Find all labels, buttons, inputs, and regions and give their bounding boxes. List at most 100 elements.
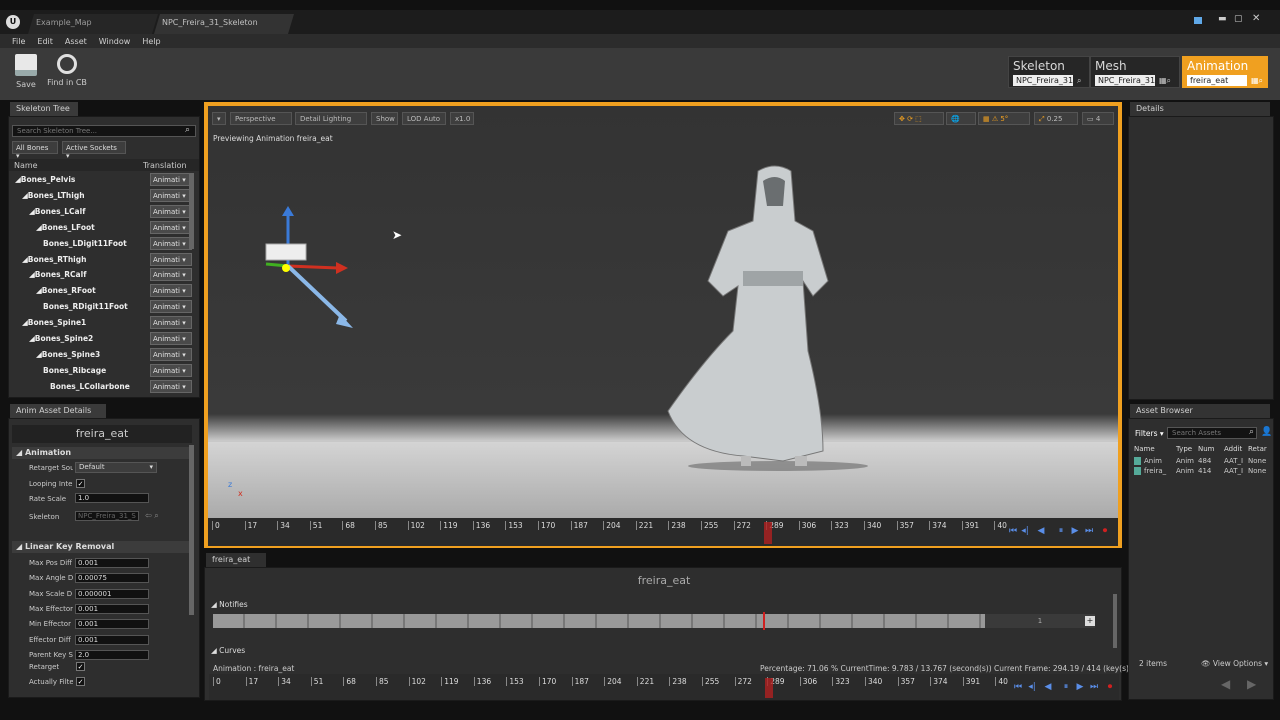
- skip-end-icon[interactable]: ⏭: [1084, 526, 1094, 536]
- step-back-icon[interactable]: ◂|: [1020, 526, 1030, 536]
- character-mesh[interactable]: [663, 161, 893, 481]
- bone-item[interactable]: ◢Bones_RCalf: [29, 270, 86, 279]
- menu-file[interactable]: File: [12, 37, 25, 46]
- bone-item[interactable]: ◢Bones_LThigh: [22, 191, 85, 200]
- all-bones-dropdown[interactable]: All Bones ▾: [12, 141, 58, 160]
- chat-icon[interactable]: [1194, 17, 1202, 24]
- translation-mode-dropdown[interactable]: Animati ▾: [150, 284, 192, 298]
- translation-mode-dropdown[interactable]: Animati ▾: [150, 300, 192, 314]
- col-translation[interactable]: Translation: [143, 161, 187, 170]
- scrollbar[interactable]: [189, 445, 194, 615]
- pause-icon[interactable]: ⏸: [1061, 682, 1071, 692]
- translation-mode-dropdown[interactable]: Animati ▾: [150, 220, 192, 234]
- transform-mode-buttons[interactable]: ✥ ⟳ ⬚: [894, 112, 944, 125]
- bone-item[interactable]: Bones_Ribcage: [43, 366, 106, 375]
- translation-mode-dropdown[interactable]: Animati ▾: [150, 347, 192, 361]
- curves-header[interactable]: ◢ Curves: [211, 646, 245, 655]
- sequence-tab[interactable]: freira_eat: [206, 553, 266, 567]
- skip-start-icon[interactable]: ⏮: [1013, 682, 1023, 692]
- property-value[interactable]: 0.001: [75, 634, 149, 645]
- perspective-button[interactable]: Perspective: [230, 112, 292, 125]
- col-num[interactable]: Num: [1198, 445, 1218, 453]
- property-value[interactable]: 0.00075: [75, 573, 149, 584]
- asset-browser-tab[interactable]: Asset Browser: [1130, 404, 1270, 418]
- browse-icon[interactable]: ▦⌕: [1251, 76, 1263, 86]
- step-forward-icon[interactable]: ▶: [1070, 526, 1080, 536]
- translation-mode-dropdown[interactable]: Animati ▾: [150, 379, 192, 393]
- section-linear-key-removal[interactable]: ◢ Linear Key Removal: [12, 541, 192, 553]
- anim-asset-details-tab[interactable]: Anim Asset Details: [10, 404, 106, 418]
- col-retarget[interactable]: Retar: [1248, 445, 1267, 453]
- scrubber[interactable]: [764, 522, 772, 544]
- save-button[interactable]: Save: [8, 54, 44, 89]
- active-sockets-dropdown[interactable]: Active Sockets ▾: [62, 141, 126, 160]
- menu-edit[interactable]: Edit: [37, 37, 53, 46]
- notify-track[interactable]: [213, 614, 1093, 628]
- viewport-menu-button[interactable]: ▾: [212, 112, 226, 125]
- looping-checkbox[interactable]: ✓: [76, 479, 85, 488]
- user-icon[interactable]: 👤: [1261, 427, 1272, 437]
- translation-mode-dropdown[interactable]: Animati ▾: [150, 236, 192, 250]
- bone-item[interactable]: ◢Bones_Spine1: [22, 318, 86, 327]
- snap-buttons[interactable]: ▦ ⚠ 5°: [978, 112, 1030, 125]
- translation-mode-dropdown[interactable]: Animati ▾: [150, 188, 192, 202]
- property-value[interactable]: 0.001: [75, 558, 149, 568]
- sequence-timeline[interactable]: 0 17 34 51 68 85 102 119 136 153 170 187 204 221 238 25…: [209, 674, 1119, 700]
- translation-mode-dropdown[interactable]: Animati ▾: [150, 252, 192, 266]
- forward-arrow-icon[interactable]: ▶: [1247, 677, 1256, 691]
- bone-item[interactable]: ◢Bones_Spine2: [29, 334, 93, 343]
- search-assets-input[interactable]: Search Assets: [1167, 427, 1257, 439]
- back-arrow-icon[interactable]: ◀: [1221, 677, 1230, 691]
- property-value[interactable]: 0.001: [75, 603, 149, 614]
- skip-start-icon[interactable]: ⏮: [1008, 526, 1018, 536]
- translation-mode-dropdown[interactable]: Animati ▾: [150, 173, 192, 186]
- record-icon[interactable]: ⏺: [1100, 526, 1110, 536]
- speed-button[interactable]: x1.0: [450, 112, 474, 125]
- bone-item[interactable]: ◢Bones_Pelvis: [15, 175, 75, 184]
- close-icon[interactable]: ✕: [1252, 13, 1260, 24]
- add-track-button[interactable]: +: [1085, 616, 1095, 626]
- browse-icon[interactable]: ▦⌕: [1159, 76, 1171, 86]
- view-options-button[interactable]: 👁 View Options ▾: [1201, 659, 1268, 668]
- notifies-header[interactable]: ◢ Notifies: [211, 600, 248, 609]
- col-type[interactable]: Type: [1176, 445, 1192, 453]
- mode-animation[interactable]: Animation freira_eat ▦⌕: [1182, 56, 1268, 88]
- property-value[interactable]: 2.0: [75, 649, 149, 660]
- pause-icon[interactable]: ⏸: [1056, 526, 1066, 536]
- tab-example-map[interactable]: Example_Map: [28, 14, 158, 34]
- maximize-icon[interactable]: ▢: [1234, 14, 1243, 24]
- bone-item[interactable]: ◢Bones_LCalf: [29, 207, 85, 216]
- menu-window[interactable]: Window: [99, 37, 131, 46]
- detail-lighting-button[interactable]: Detail Lighting: [295, 112, 367, 125]
- use-selected-icon[interactable]: ⇦ ⌕: [145, 511, 159, 521]
- mode-asset[interactable]: freira_eat: [1187, 75, 1247, 86]
- translation-mode-dropdown[interactable]: Animati ▾: [150, 363, 192, 377]
- col-name[interactable]: Name: [1134, 445, 1170, 453]
- minimize-icon[interactable]: ▬: [1218, 14, 1227, 24]
- translation-mode-dropdown[interactable]: Animati ▾: [150, 316, 192, 330]
- skeleton-tree-tab[interactable]: Skeleton Tree: [10, 102, 78, 116]
- scrollbar[interactable]: [1113, 594, 1117, 648]
- bone-item[interactable]: Bones_LDigit11Foot: [43, 239, 127, 248]
- coord-space-button[interactable]: 🌐: [946, 112, 976, 125]
- tab-skeleton-editor[interactable]: NPC_Freira_31_Skeleton: [154, 14, 294, 34]
- bone-item[interactable]: ◢Bones_LFoot: [36, 223, 95, 232]
- transform-gizmo[interactable]: [256, 206, 366, 336]
- asset-row[interactable]: Anim Anim 484 AAT_I None: [1134, 457, 1268, 465]
- play-reverse-icon[interactable]: ◀: [1043, 682, 1053, 692]
- asset-row[interactable]: freira_ Anim 414 AAT_I None: [1134, 467, 1268, 475]
- step-forward-icon[interactable]: ▶: [1075, 682, 1085, 692]
- rate-scale-field[interactable]: 1.0: [75, 493, 149, 503]
- retarget-checkbox[interactable]: ✓: [76, 662, 85, 671]
- bone-item[interactable]: Bones_RDigit11Foot: [43, 302, 128, 311]
- bone-item[interactable]: ◢Bones_RFoot: [36, 286, 96, 295]
- menu-help[interactable]: Help: [142, 37, 160, 46]
- record-icon[interactable]: ⏺: [1105, 682, 1115, 692]
- property-value[interactable]: 0.000001: [75, 588, 149, 599]
- bone-item[interactable]: ◢Bones_RThigh: [22, 255, 86, 264]
- property-value[interactable]: 0.001: [75, 619, 149, 630]
- mode-skeleton[interactable]: Skeleton NPC_Freira_31 ⌕: [1008, 56, 1090, 88]
- section-animation[interactable]: ◢ Animation: [12, 447, 192, 459]
- bone-item[interactable]: Bones_LCollarbone: [50, 382, 130, 391]
- scrollbar[interactable]: [189, 173, 194, 249]
